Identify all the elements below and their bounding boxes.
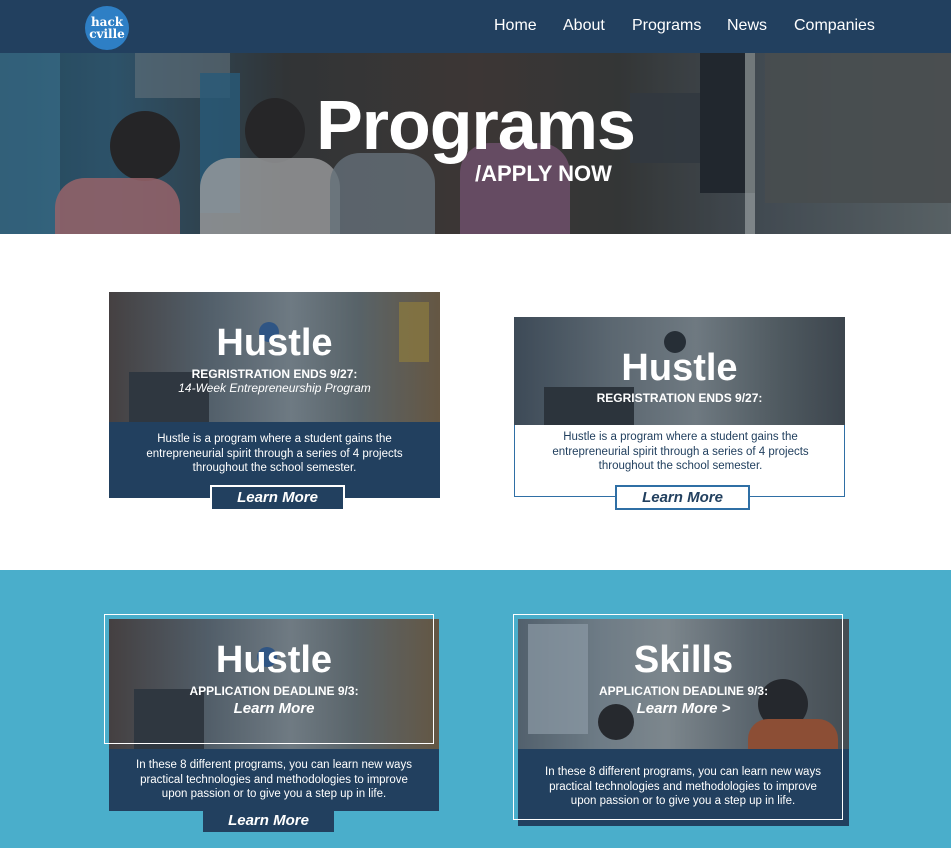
nav-home[interactable]: Home bbox=[494, 17, 537, 35]
card-description: Hustle is a program where a student gain… bbox=[146, 433, 403, 474]
card-outline-frame bbox=[513, 614, 843, 820]
card-title: Hustle bbox=[621, 347, 738, 389]
card-registration-date: REGRISTRATION ENDS 9/27: bbox=[596, 391, 763, 405]
program-card-hustle-3: Hustle APPLICATION DEADLINE 9/3: Learn M… bbox=[104, 614, 440, 832]
card-outline-frame bbox=[104, 614, 434, 744]
nav-news[interactable]: News bbox=[727, 17, 767, 35]
card-title: Hustle bbox=[216, 322, 333, 364]
hero-banner: Programs /APPLY NOW bbox=[0, 53, 951, 234]
hackcville-logo[interactable]: hack cville bbox=[85, 6, 129, 50]
card-tagline: 14-Week Entrepreneurship Program bbox=[178, 381, 371, 395]
hero-subtitle[interactable]: /APPLY NOW bbox=[475, 161, 612, 187]
card-description: Hustle is a program where a student gain… bbox=[552, 431, 809, 472]
learn-more-button[interactable]: Learn More bbox=[203, 809, 334, 832]
card-photo: Hustle REGRISTRATION ENDS 9/27: bbox=[514, 317, 845, 425]
nav-programs[interactable]: Programs bbox=[632, 17, 701, 35]
card-registration-date: REGRISTRATION ENDS 9/27: bbox=[191, 367, 358, 381]
nav-companies[interactable]: Companies bbox=[794, 17, 875, 35]
card-photo: Hustle REGRISTRATION ENDS 9/27: 14-Week … bbox=[109, 292, 440, 422]
logo-line-2: cville bbox=[89, 27, 125, 41]
learn-more-button[interactable]: Learn More bbox=[615, 485, 750, 510]
hero-title: Programs bbox=[316, 86, 636, 164]
top-nav-bar: hack cville Home About Programs News Com… bbox=[0, 0, 951, 53]
nav-about[interactable]: About bbox=[563, 17, 605, 35]
learn-more-button[interactable]: Learn More bbox=[210, 485, 345, 511]
card-description-panel: In these 8 different programs, you can l… bbox=[109, 749, 439, 811]
program-card-skills: Skills APPLICATION DEADLINE 9/3: Learn M… bbox=[513, 614, 849, 826]
card-description: In these 8 different programs, you can l… bbox=[136, 759, 412, 800]
program-card-hustle-2: Hustle REGRISTRATION ENDS 9/27: Hustle i… bbox=[514, 317, 845, 510]
program-card-hustle-1: Hustle REGRISTRATION ENDS 9/27: 14-Week … bbox=[109, 292, 440, 511]
